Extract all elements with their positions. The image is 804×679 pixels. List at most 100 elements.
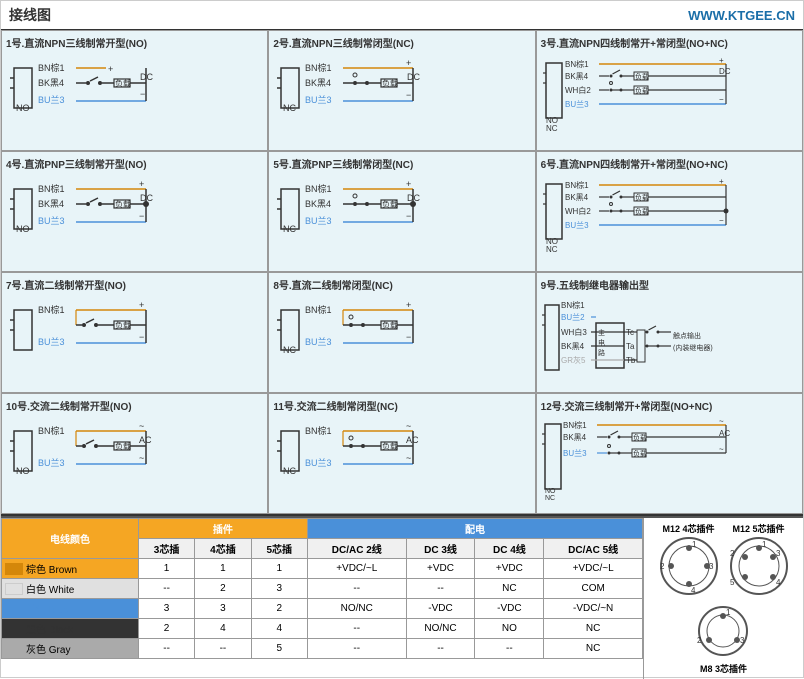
cell-bk-p5: 4 [251,619,307,639]
svg-text:1: 1 [692,540,697,549]
svg-text:BU兰3: BU兰3 [563,448,587,458]
cell-bu-pwr5: -VDC/~N [544,599,643,619]
col-group-power: 配电 [307,519,642,539]
svg-text:DC: DC [719,67,731,76]
m12-5pin-connector: M12 5芯插件 1 3 4 [728,522,790,600]
svg-text:NC: NC [546,124,558,133]
cell-wh-p3: -- [138,579,194,599]
diagram-9: 9号.五线制继电器输出型 主 电 路 BN棕1 BU兰2 WH白3 [536,272,803,393]
svg-text:+: + [406,300,411,310]
svg-text:BN棕1: BN棕1 [305,183,332,194]
svg-text:BU兰3: BU兰3 [38,215,65,226]
svg-text:+: + [406,58,411,68]
m12-5pin-svg: 1 3 4 5 2 [728,535,790,597]
diagram-12: 12号.交流三线制常开+常闭型(NO+NC) NO NC BN棕1 ~ BK黑4… [536,393,803,514]
cell-ga-code: 灰色 Gray [2,639,139,659]
svg-text:BN棕1: BN棕1 [561,300,585,310]
svg-text:NO: NO [16,466,30,476]
cell-bu-code: 兰色 Blue [2,599,139,619]
diagram-6-title: 6号.直流NPN四线制常开+常闭型(NO+NC) [541,156,798,171]
cell-bk-p3: 2 [138,619,194,639]
svg-text:BN棕1: BN棕1 [565,59,589,69]
cell-bu-p4: 3 [195,599,251,619]
svg-text:负载: 负载 [382,199,398,209]
diagram-10-svg: NO BN棕1 ~ 负载 AC BU兰3 ~ [6,416,263,486]
svg-text:负载: 负载 [115,199,131,209]
svg-text:2: 2 [660,562,665,571]
diagram-11-title: 11号.交流二线制常闭型(NC) [273,398,530,413]
diagram-2-svg: NC BN棕1 + BK黑4 负载 DC BU兰3 − [273,53,530,123]
table-row-bk: 黑色 Black 2 4 4 -- NO/NC NO NC [2,619,643,639]
diagram-5-title: 5号.直流PNP三线制常闭型(NC) [273,156,530,171]
diagram-11: 11号.交流二线制常闭型(NC) NC BN棕1 ~ 负载 AC [268,393,535,514]
svg-text:BN棕1: BN棕1 [38,183,65,194]
cell-wh-p5: 3 [251,579,307,599]
diagram-5: 5号.直流PNP三线制常闭型(NC) NC BN棕1 + BK黑4 负载 [268,151,535,272]
cell-ga-pwr3: -- [406,639,475,659]
svg-text:GR灰5: GR灰5 [561,355,586,365]
svg-text:(内装继电器): (内装继电器) [673,343,713,352]
table-section: 电线颜色 插件 配电 3芯插 4芯插 5芯插 DC/AC 2线 DC 3线 DC… [1,518,643,679]
svg-text:BN棕1: BN棕1 [305,425,332,436]
col-4pin: 4芯插 [195,539,251,559]
cell-bn-p5: 1 [251,559,307,579]
svg-text:NC: NC [545,495,555,501]
connector-section: M12 4芯插件 1 3 4 [643,518,803,679]
svg-text:负载: 负载 [115,78,131,88]
diagram-7-title: 7号.直流二线制常开型(NO) [6,277,263,292]
cell-bn-pwr3: +VDC [406,559,475,579]
svg-text:NC: NC [546,245,558,254]
svg-text:−: − [406,90,411,100]
wh-name: 白色 White [26,581,74,596]
svg-text:NC: NC [283,345,296,355]
bn-name: 棕色 Brown [26,561,77,576]
cell-bk-pwr4: NO [475,619,544,639]
diagram-3: 3号.直流NPN四线制常开+常闭型(NO+NC) NO NC BN棕1 + BK… [536,30,803,151]
cell-bk-pwr3: NO/NC [406,619,475,639]
cell-bu-pwr2: NO/NC [307,599,406,619]
svg-text:BU兰3: BU兰3 [38,94,65,105]
svg-text:~: ~ [139,421,144,431]
cell-wh-pwr5: COM [544,579,643,599]
svg-text:BN棕1: BN棕1 [38,304,65,315]
bottom-area: 电线颜色 插件 配电 3芯插 4芯插 5芯插 DC/AC 2线 DC 3线 DC… [1,516,803,679]
cell-bu-pwr3: -VDC [406,599,475,619]
diagram-10: 10号.交流二线制常开型(NO) NO BN棕1 ~ 负载 AC [1,393,268,514]
m12-4pin-label: M12 4芯插件 [658,522,720,535]
m8-3pin-svg: 1 3 2 [696,604,751,659]
svg-text:BN棕1: BN棕1 [305,62,332,73]
svg-text:BK黑4: BK黑4 [565,72,589,81]
svg-text:BU兰2: BU兰2 [561,312,585,322]
m12-4pin-svg: 1 3 4 2 [658,535,720,597]
svg-text:负载: 负载 [382,78,398,88]
cell-ga-pwr2: -- [307,639,406,659]
svg-text:BK黑4: BK黑4 [38,78,64,88]
svg-text:负载: 负载 [635,193,649,202]
cell-ga-pwr4: -- [475,639,544,659]
col-dc3: DC 3线 [406,539,475,559]
svg-text:+: + [139,300,144,310]
svg-text:BU兰3: BU兰3 [305,94,332,105]
diagrams-grid: 1号.直流NPN三线制常开型(NO) NO BN棕1 + BK黑4 [1,30,803,516]
m8-3pin-connector: 1 3 2 M8 3芯插件 [696,604,751,675]
diagram-10-title: 10号.交流二线制常开型(NO) [6,398,263,413]
cell-bk-pwr2: -- [307,619,406,639]
cell-bk-p4: 4 [195,619,251,639]
svg-text:NC: NC [283,103,296,113]
cell-bu-p3: 3 [138,599,194,619]
svg-text:BK黑4: BK黑4 [305,199,331,209]
svg-text:1: 1 [726,608,731,617]
col-dc4: DC 4线 [475,539,544,559]
svg-text:BN棕1: BN棕1 [563,420,587,430]
diagram-5-svg: NC BN棕1 + BK黑4 负载 DC BU兰3 − [273,174,530,244]
page-title: 接线图 [9,5,51,25]
diagram-8-title: 8号.直流二线制常闭型(NC) [273,277,530,292]
cell-ga-p3: -- [138,639,194,659]
cell-bk-code: 黑色 Black [2,619,139,639]
cell-bu-pwr4: -VDC [475,599,544,619]
svg-text:~: ~ [406,421,411,431]
website-label: WWW.KTGEE.CN [688,8,795,23]
svg-text:NC: NC [283,466,296,476]
diagram-3-title: 3号.直流NPN四线制常开+常闭型(NO+NC) [541,35,798,50]
diagram-6: 6号.直流NPN四线制常开+常闭型(NO+NC) NO NC BN棕1 + BK… [536,151,803,272]
